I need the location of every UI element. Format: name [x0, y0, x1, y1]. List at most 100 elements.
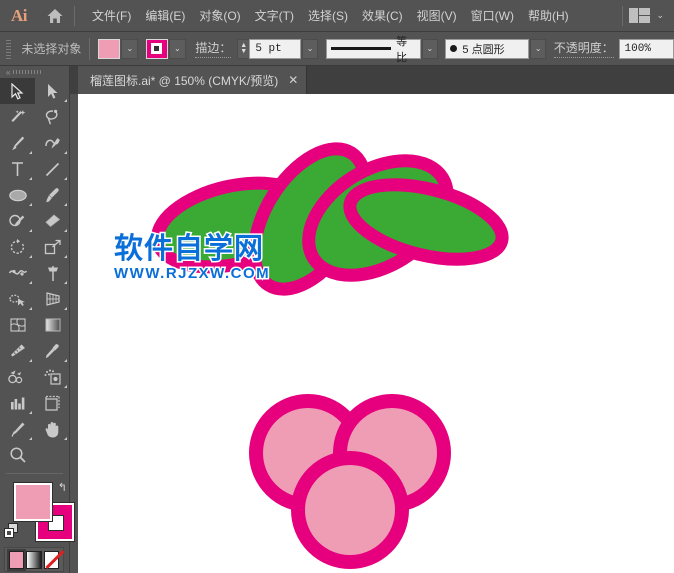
tool-flyout-corner-icon	[29, 229, 32, 232]
pen-tool[interactable]	[0, 130, 35, 156]
tool-flyout-corner-icon	[29, 281, 32, 284]
artboard-tool[interactable]	[35, 390, 70, 416]
brush-preview-icon	[450, 45, 458, 52]
scale-tool[interactable]	[35, 234, 70, 260]
tool-flyout-corner-icon	[64, 99, 67, 102]
menu-type[interactable]: 文字(T)	[248, 3, 301, 28]
tools-grip-dots	[13, 70, 44, 74]
menu-divider	[74, 5, 75, 26]
paintbrush-tool[interactable]	[35, 182, 70, 208]
mesh-tool[interactable]	[0, 312, 35, 338]
swap-fill-stroke-icon[interactable]: ↰	[58, 481, 67, 494]
eraser-tool[interactable]	[35, 208, 70, 234]
stepper-down-icon[interactable]: ▼	[240, 48, 247, 55]
fill-chevron-down-icon[interactable]: ⌄	[121, 38, 139, 59]
tools-panel: « ↰	[0, 66, 75, 573]
tool-flyout-corner-icon	[64, 203, 67, 206]
tool-flyout-corner-icon	[64, 359, 67, 362]
menu-window[interactable]: 窗口(W)	[464, 3, 521, 28]
tool-flyout-corner-icon	[64, 385, 67, 388]
line-segment-tool[interactable]	[35, 156, 70, 182]
tool-flyout-corner-icon	[64, 229, 67, 232]
stroke-color-swatch[interactable]	[145, 38, 168, 59]
curvature-tool[interactable]	[35, 130, 70, 156]
tool-flyout-corner-icon	[29, 411, 32, 414]
tool-flyout-corner-icon	[29, 437, 32, 440]
stroke-weight-stepper[interactable]: ▲ ▼	[237, 38, 250, 59]
stroke-profile-combo[interactable]: 等比	[325, 36, 421, 64]
tool-flyout-corner-icon	[29, 307, 32, 310]
measure-tool[interactable]	[0, 338, 35, 364]
magic-wand-tool[interactable]	[0, 104, 35, 130]
shape-builder-tool[interactable]	[0, 286, 35, 312]
stroke-weight-label[interactable]: 描边：	[195, 39, 232, 58]
opacity-input[interactable]: 100%	[618, 38, 674, 59]
stroke-profile-label: 等比	[396, 35, 408, 64]
default-fill-stroke-icon[interactable]	[4, 523, 20, 544]
workspace-switcher-icon[interactable]	[629, 8, 651, 23]
menu-bar-right: ⌄	[620, 5, 674, 26]
menu-select[interactable]: 选择(S)	[301, 3, 355, 28]
menu-effect[interactable]: 效果(C)	[355, 3, 410, 28]
perspective-grid-tool[interactable]	[35, 286, 70, 312]
app-logo-icon: Ai	[11, 5, 28, 25]
tools-panel-grip[interactable]: «	[0, 66, 69, 78]
home-glyph	[47, 8, 63, 23]
stroke-profile-preview-icon	[330, 47, 392, 50]
menu-help[interactable]: 帮助(H)	[521, 3, 576, 28]
tool-empty-slot	[35, 442, 70, 468]
eyedropper-tool[interactable]	[35, 338, 70, 364]
stroke-profile-chevron-down-icon[interactable]: ⌄	[421, 38, 438, 59]
menu-bar: Ai 文件(F) 编辑(E) 对象(O) 文字(T) 选择(S) 效果(C) 视…	[0, 0, 674, 32]
color-swatch-button[interactable]	[6, 549, 27, 571]
stroke-weight-chevron-down-icon[interactable]: ⌄	[302, 38, 319, 59]
fill-stroke-control: ↰	[0, 479, 75, 545]
control-divider-1	[89, 37, 91, 60]
leaves-group	[150, 142, 509, 296]
artboard-canvas[interactable]: 软件自学网 WWW.RJZXW.COM	[78, 94, 674, 573]
fill-color-box[interactable]	[13, 482, 53, 522]
width-tool[interactable]	[0, 260, 35, 286]
tool-flyout-corner-icon	[29, 359, 32, 362]
gradient-swatch-button[interactable]	[26, 551, 42, 569]
selection-tool[interactable]	[0, 78, 35, 104]
brush-label: 5 点圆形	[462, 43, 505, 56]
blend-tool[interactable]	[0, 364, 35, 390]
workspace-chevron-down-icon[interactable]: ⌄	[656, 10, 664, 21]
document-tab[interactable]: 榴莲图标.ai* @ 150% (CMYK/预览) ✕	[78, 66, 308, 94]
menu-object[interactable]: 对象(O)	[192, 3, 247, 28]
stroke-weight-input[interactable]: 5 pt	[249, 38, 301, 59]
stroke-chevron-down-icon[interactable]: ⌄	[168, 38, 186, 59]
brush-definition-combo[interactable]: 5 点圆形	[445, 38, 530, 59]
tool-flyout-corner-icon	[64, 151, 67, 154]
lasso-tool[interactable]	[35, 104, 70, 130]
slice-tool[interactable]	[0, 416, 35, 442]
fill-color-swatch[interactable]	[98, 38, 121, 59]
menu-file[interactable]: 文件(F)	[85, 3, 138, 28]
rotate-tool[interactable]	[0, 234, 35, 260]
menu-edit[interactable]: 编辑(E)	[138, 3, 192, 28]
control-bar-grip[interactable]	[3, 37, 14, 60]
free-transform-tool[interactable]	[35, 260, 70, 286]
column-graph-tool[interactable]	[0, 390, 35, 416]
brush-chevron-down-icon[interactable]: ⌄	[530, 38, 547, 59]
berry-bottom[interactable]	[291, 451, 409, 569]
shaper-tool[interactable]	[0, 208, 35, 234]
document-tab-title: 榴莲图标.ai* @ 150% (CMYK/预览)	[90, 73, 279, 88]
close-icon[interactable]: ✕	[288, 74, 298, 86]
gradient-tool[interactable]	[35, 312, 70, 338]
ellipse-tool[interactable]	[0, 182, 35, 208]
menu-view[interactable]: 视图(V)	[410, 3, 464, 28]
home-icon[interactable]	[38, 0, 72, 32]
stroke-indicator	[151, 43, 163, 54]
type-tool[interactable]	[0, 156, 35, 182]
workspace-divider	[622, 5, 624, 26]
hand-tool[interactable]	[35, 416, 70, 442]
zoom-tool[interactable]	[0, 442, 35, 468]
none-swatch-button[interactable]	[43, 551, 59, 569]
symbol-sprayer-tool[interactable]	[35, 364, 70, 390]
opacity-label[interactable]: 不透明度：	[553, 39, 614, 58]
tool-flyout-corner-icon	[29, 255, 32, 258]
direct-selection-tool[interactable]	[35, 78, 70, 104]
control-bar: 未选择对象 ⌄ ⌄ 描边： ▲ ▼ 5 pt ⌄ 等比 ⌄ 5 点圆形 ⌄ 不透…	[0, 32, 674, 66]
